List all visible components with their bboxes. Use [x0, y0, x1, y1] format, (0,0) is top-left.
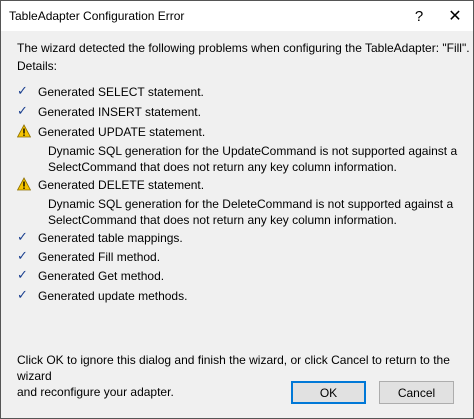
item-message-line: SelectCommand that does not return any k…	[48, 213, 397, 227]
warning-icon	[16, 124, 32, 138]
title-bar: TableAdapter Configuration Error ? ✕	[1, 1, 473, 31]
warning-icon	[16, 177, 32, 191]
item-label: Generated INSERT statement.	[38, 105, 201, 119]
cancel-button[interactable]: Cancel	[379, 381, 454, 404]
item-message-line: Dynamic SQL generation for the UpdateCom…	[48, 144, 458, 158]
intro-text: The wizard detected the following proble…	[17, 41, 470, 55]
dialog-window: TableAdapter Configuration Error ? ✕ The…	[0, 0, 474, 419]
dialog-title: TableAdapter Configuration Error	[9, 9, 185, 23]
item-message-line: SelectCommand that does not return any k…	[48, 160, 397, 174]
item-label: Generated Get method.	[38, 269, 165, 283]
ok-button[interactable]: OK	[291, 381, 366, 404]
item-message: Dynamic SQL generation for the UpdateCom…	[48, 143, 457, 175]
details-label: Details:	[17, 59, 58, 73]
checkmark-icon: ✓	[17, 83, 28, 98]
item-label: Generated SELECT statement.	[38, 85, 204, 99]
checkmark-icon: ✓	[17, 267, 28, 282]
checkmark-icon: ✓	[17, 287, 28, 302]
item-label: Generated table mappings.	[38, 231, 183, 245]
checkmark-icon: ✓	[17, 103, 28, 118]
item-message-line: Dynamic SQL generation for the DeleteCom…	[48, 197, 454, 211]
close-button[interactable]: ✕	[437, 1, 473, 31]
footer-line: Click OK to ignore this dialog and finis…	[17, 353, 450, 383]
item-label: Generated update methods.	[38, 289, 188, 303]
checkmark-icon: ✓	[17, 248, 28, 263]
item-message: Dynamic SQL generation for the DeleteCom…	[48, 196, 453, 228]
item-label: Generated UPDATE statement.	[38, 125, 206, 139]
item-label: Generated DELETE statement.	[38, 178, 205, 192]
checkmark-icon: ✓	[17, 229, 28, 244]
item-label: Generated Fill method.	[38, 250, 161, 264]
help-button[interactable]: ?	[401, 1, 437, 31]
